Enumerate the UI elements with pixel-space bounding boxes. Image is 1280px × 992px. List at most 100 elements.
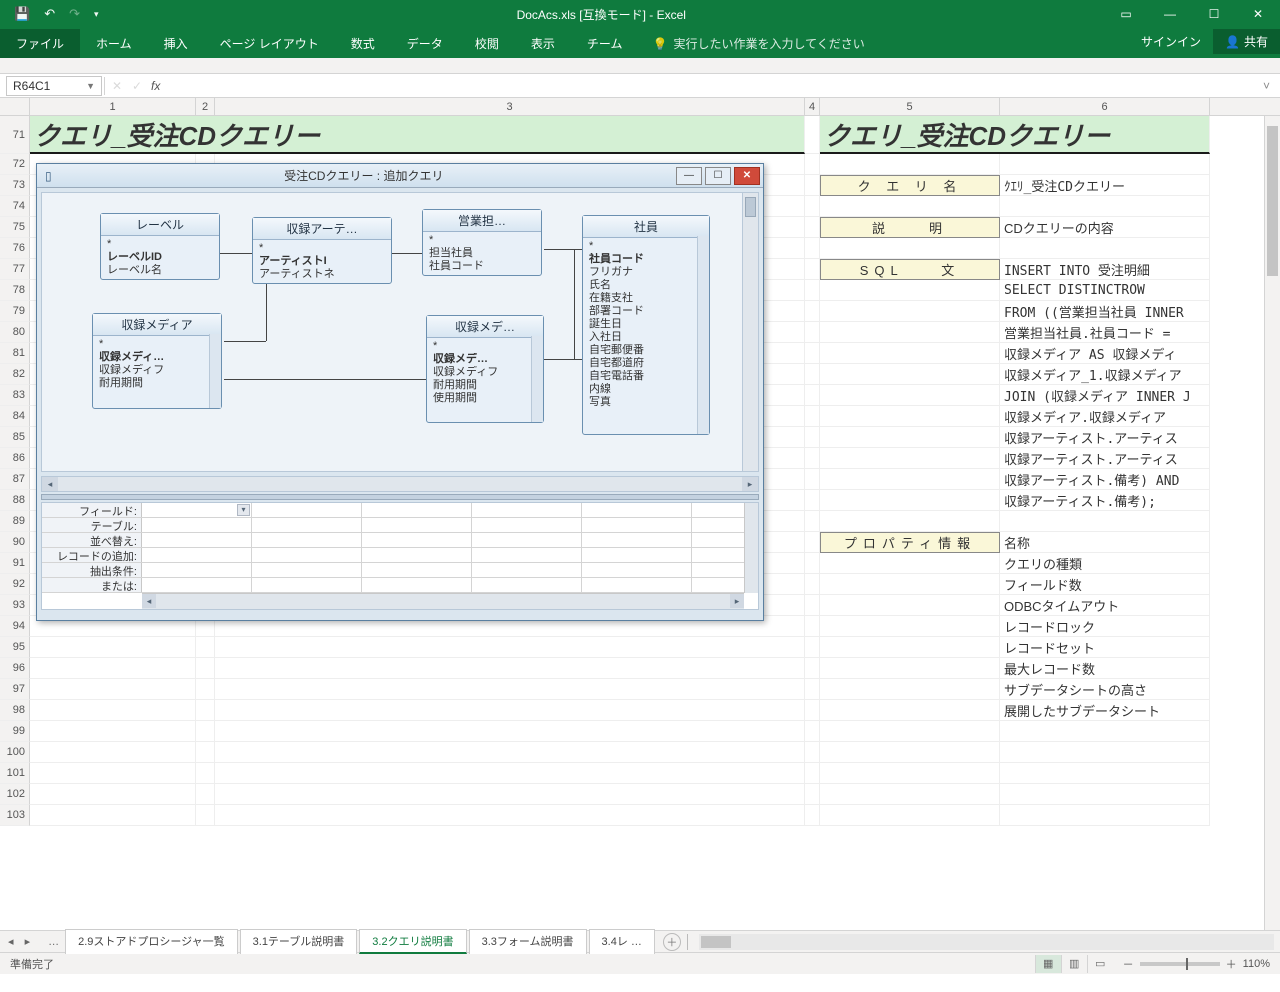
- field-item[interactable]: 担当社員: [425, 247, 539, 260]
- fx-icon[interactable]: fx: [147, 79, 164, 93]
- cell-label[interactable]: [820, 448, 1000, 469]
- cell-label[interactable]: [820, 238, 1000, 259]
- cell[interactable]: [30, 784, 196, 805]
- field-item[interactable]: 収録メディフ: [429, 366, 541, 379]
- field-item[interactable]: *: [429, 340, 541, 353]
- cell-value[interactable]: 収録メディア AS 収録メディ: [1000, 343, 1210, 364]
- row-header[interactable]: 87: [0, 469, 30, 490]
- qgrid-cell[interactable]: [582, 548, 692, 562]
- cell-label[interactable]: [820, 763, 1000, 784]
- row-header[interactable]: 101: [0, 763, 30, 784]
- cell[interactable]: [805, 448, 820, 469]
- row-header[interactable]: 72: [0, 154, 30, 175]
- cell[interactable]: [805, 595, 820, 616]
- cell-value[interactable]: クエリの種類: [1000, 553, 1210, 574]
- field-item[interactable]: *: [425, 234, 539, 247]
- cell-label[interactable]: [820, 343, 1000, 364]
- cell-value[interactable]: レコードセット: [1000, 637, 1210, 658]
- cell-label[interactable]: [820, 805, 1000, 826]
- zoom-value[interactable]: 110%: [1243, 958, 1270, 970]
- save-icon[interactable]: 💾: [14, 6, 30, 22]
- qgrid-cell[interactable]: [472, 548, 582, 562]
- row-header[interactable]: 91: [0, 553, 30, 574]
- cell[interactable]: [805, 700, 820, 721]
- cell[interactable]: [196, 721, 215, 742]
- maximize-icon[interactable]: ☐: [1192, 0, 1236, 28]
- field-item[interactable]: 自宅電話番: [585, 370, 707, 383]
- qgrid-cell[interactable]: [142, 563, 252, 577]
- tab-data[interactable]: データ: [391, 29, 459, 58]
- field-item[interactable]: アーティストネ: [255, 268, 389, 281]
- qgrid-cell[interactable]: [142, 578, 252, 592]
- cell-label[interactable]: [820, 322, 1000, 343]
- qgrid-cell[interactable]: [472, 578, 582, 592]
- qgrid-cell[interactable]: [252, 563, 362, 577]
- qgrid-cell[interactable]: [472, 518, 582, 532]
- field-item[interactable]: 耐用期間: [95, 377, 219, 390]
- table-scrollbar[interactable]: [531, 336, 543, 422]
- cell-value[interactable]: [1000, 721, 1210, 742]
- cell[interactable]: [196, 658, 215, 679]
- field-item[interactable]: *: [255, 242, 389, 255]
- pane-splitter[interactable]: [41, 494, 759, 500]
- signin-button[interactable]: サインイン: [1129, 29, 1213, 54]
- table-media[interactable]: 収録メディア *収録メディ…収録メディフ耐用期間: [92, 313, 222, 409]
- field-item[interactable]: 誕生日: [585, 318, 707, 331]
- cell-value[interactable]: [1000, 784, 1210, 805]
- cell[interactable]: [805, 658, 820, 679]
- cell[interactable]: [215, 679, 805, 700]
- field-item[interactable]: *: [585, 240, 707, 253]
- row-header[interactable]: 78: [0, 280, 30, 301]
- qgrid-vscroll[interactable]: [744, 503, 758, 593]
- field-item[interactable]: 収録メディ…: [95, 351, 219, 364]
- tab-insert[interactable]: 挿入: [148, 29, 204, 58]
- cell[interactable]: [30, 805, 196, 826]
- cell[interactable]: [805, 490, 820, 511]
- qgrid-cell[interactable]: ▾: [142, 503, 252, 517]
- cell-value[interactable]: INSERT INTO 受注明細: [1000, 259, 1210, 280]
- cell-label[interactable]: [820, 700, 1000, 721]
- cell[interactable]: [805, 196, 820, 217]
- qgrid-cell[interactable]: [252, 548, 362, 562]
- cell[interactable]: [805, 427, 820, 448]
- cell-value[interactable]: フィールド数: [1000, 574, 1210, 595]
- cell-label[interactable]: [820, 679, 1000, 700]
- cell-label[interactable]: [820, 490, 1000, 511]
- query-grid[interactable]: フィールド:▾テーブル:並べ替え:レコードの追加:抽出条件:または: ◂ ▸: [41, 502, 759, 610]
- cell[interactable]: [805, 385, 820, 406]
- cell[interactable]: [805, 259, 820, 280]
- scroll-left-icon[interactable]: ◂: [42, 477, 58, 491]
- cell[interactable]: [196, 679, 215, 700]
- cell[interactable]: [215, 721, 805, 742]
- qgrid-cell[interactable]: [362, 503, 472, 517]
- cell-value[interactable]: 収録アーティスト.備考) AND: [1000, 469, 1210, 490]
- cell-value[interactable]: 営業担当社員.社員コード =: [1000, 322, 1210, 343]
- qgrid-cell[interactable]: [582, 563, 692, 577]
- query-min-icon[interactable]: —: [676, 167, 702, 185]
- name-box-dropdown-icon[interactable]: ▼: [86, 81, 95, 91]
- undo-icon[interactable]: ↶: [44, 6, 55, 22]
- cell-label[interactable]: [820, 742, 1000, 763]
- cell[interactable]: [196, 742, 215, 763]
- row-header[interactable]: 96: [0, 658, 30, 679]
- cancel-formula-icon[interactable]: ✕: [107, 79, 127, 93]
- row-header[interactable]: 88: [0, 490, 30, 511]
- cell-label[interactable]: [820, 784, 1000, 805]
- cell[interactable]: [805, 406, 820, 427]
- sheet-tab[interactable]: 3.1テーブル説明書: [240, 929, 358, 954]
- row-header[interactable]: 93: [0, 595, 30, 616]
- cell-label[interactable]: [820, 427, 1000, 448]
- col-header[interactable]: 2: [196, 98, 215, 115]
- cell[interactable]: [805, 532, 820, 553]
- tab-formula[interactable]: 数式: [335, 29, 391, 58]
- tab-review[interactable]: 校閲: [459, 29, 515, 58]
- field-item[interactable]: 氏名: [585, 279, 707, 292]
- table-artist[interactable]: 収録アーテ… *アーティストIアーティストネ: [252, 217, 392, 284]
- cell[interactable]: [30, 679, 196, 700]
- cell-label[interactable]: [820, 154, 1000, 175]
- cell[interactable]: [215, 637, 805, 658]
- cell[interactable]: [805, 553, 820, 574]
- field-item[interactable]: 使用期間: [429, 392, 541, 405]
- cell[interactable]: [805, 469, 820, 490]
- enter-formula-icon[interactable]: ✓: [127, 79, 147, 93]
